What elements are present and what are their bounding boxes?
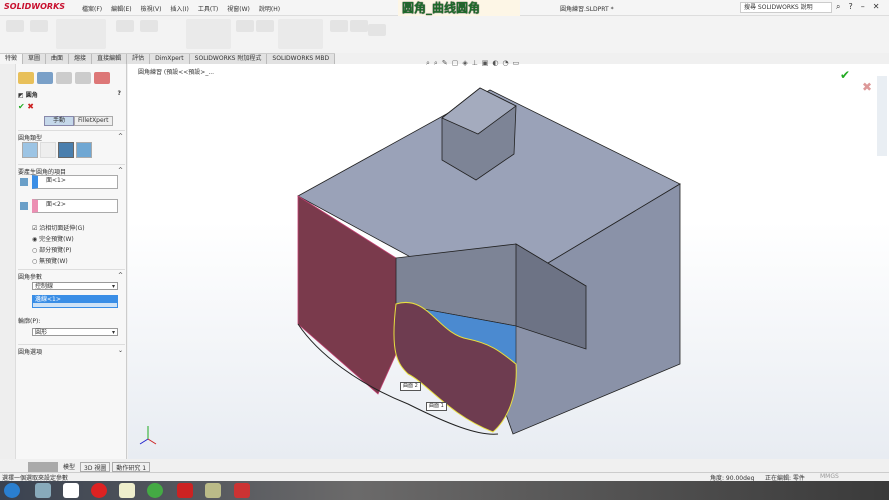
command-tabs: 特徵 草圖 曲面 熔接 直接編輯 評估 DimXpert SOLIDWORKS …	[0, 53, 336, 64]
tab-dimxpert[interactable]: DimXpert	[150, 54, 190, 64]
chrome-icon[interactable]	[147, 483, 163, 498]
surface-1-callout[interactable]: 曲面 1	[426, 402, 447, 411]
menu-insert[interactable]: 插入(I)	[170, 4, 188, 13]
close-button[interactable]: ✕	[873, 2, 880, 12]
full-preview-radio[interactable]: ◉ 完全預覽(W)	[32, 234, 139, 243]
taskbar-app[interactable]	[35, 483, 51, 498]
part-model	[139, 87, 681, 445]
hold-line-list[interactable]: 邊線<1>	[32, 295, 118, 308]
tab-mbd[interactable]: SOLIDWORKS MBD	[267, 54, 336, 64]
partial-preview-radio[interactable]: ○ 部分預覽(P)	[32, 245, 139, 254]
feature-manager-tab[interactable]	[18, 72, 34, 84]
model-tabs: 模型 3D 視圖 動作研究 1	[0, 462, 151, 472]
tab-scroll[interactable]	[28, 462, 58, 472]
surface-2-callout[interactable]: 曲面 2	[400, 382, 421, 391]
dimxpert-tab[interactable]	[75, 72, 91, 84]
taskbar-app[interactable]	[205, 483, 221, 498]
config-manager-tab[interactable]	[56, 72, 72, 84]
ribbon-button[interactable]	[350, 20, 368, 32]
mode-toggle: 手動 FilletXpert	[44, 116, 113, 126]
tab-weldments[interactable]: 熔接	[69, 54, 93, 64]
filletxpert-button[interactable]: FilletXpert	[74, 116, 113, 126]
tab-surface[interactable]: 曲面	[46, 54, 70, 64]
fillet-options-header[interactable]: 圓角選項 ⌄	[18, 344, 125, 358]
profile-label: 輪廓(P):	[18, 318, 41, 325]
taskbar-app[interactable]	[119, 483, 135, 498]
menu-help[interactable]: 說明(H)	[259, 4, 280, 13]
ribbon-group[interactable]	[186, 19, 231, 49]
face-fillet-button[interactable]	[58, 142, 74, 158]
manual-mode-button[interactable]: 手動	[44, 116, 75, 126]
profile-select[interactable]: 圓形 ▾	[32, 328, 118, 336]
cancel-x-icon[interactable]: ✖	[27, 102, 34, 111]
fillet-icon: ◩	[18, 92, 26, 99]
tab-features[interactable]: 特徵	[0, 54, 24, 64]
ribbon-button[interactable]	[116, 20, 134, 32]
minimize-button[interactable]: –	[861, 2, 865, 12]
feature-history-strip	[0, 64, 16, 459]
solidworks-logo: SOLIDWORKS	[4, 2, 66, 11]
menu-edit[interactable]: 編輯(E)	[111, 4, 131, 13]
tab-3d-views[interactable]: 3D 視圖	[80, 462, 111, 472]
search-icon[interactable]: ⌕	[836, 2, 840, 12]
tab-evaluate[interactable]: 評估	[127, 54, 151, 64]
opera-icon[interactable]	[91, 483, 107, 498]
windows-taskbar	[0, 481, 889, 500]
ribbon-group[interactable]	[278, 19, 323, 49]
no-preview-radio[interactable]: ○ 無預覽(W)	[32, 256, 139, 265]
units-selector[interactable]: MMGS	[820, 473, 839, 480]
panel-title: ◩ 圓角?	[18, 90, 121, 99]
constant-size-fillet-button[interactable]	[22, 142, 38, 158]
face-set-2-list[interactable]: 面<2>	[32, 199, 118, 213]
menu-bar: 檔案(F) 編輯(E) 檢視(V) 插入(I) 工具(T) 視窗(W) 說明(H…	[82, 4, 280, 13]
property-manager-tab[interactable]	[37, 72, 53, 84]
start-button[interactable]	[4, 483, 20, 498]
solidworks-taskbar-icon[interactable]	[234, 483, 250, 498]
tab-sketch[interactable]: 草圖	[23, 54, 47, 64]
status-bar: 選擇一個選取來設定參數 角度: 90.00deg 正在編輯: 零件 MMGS	[0, 472, 889, 482]
tab-model[interactable]: 模型	[60, 462, 78, 472]
document-title: 圓角練習.SLDPRT *	[560, 6, 614, 13]
menu-view[interactable]: 檢視(V)	[141, 4, 162, 13]
instant3d-button[interactable]	[368, 24, 386, 36]
face-set-1-list[interactable]: 面<1>	[32, 175, 118, 189]
ribbon-group[interactable]	[56, 19, 106, 49]
help-icon[interactable]: ?	[848, 2, 852, 12]
menu-window[interactable]: 視窗(W)	[227, 4, 250, 13]
ribbon-button[interactable]	[236, 20, 254, 32]
tab-direct-edit[interactable]: 直接編輯	[92, 54, 128, 64]
display-manager-tab[interactable]	[94, 72, 110, 84]
command-ribbon	[0, 16, 889, 53]
ok-check-icon[interactable]: ✔	[18, 102, 25, 111]
ribbon-button[interactable]	[6, 20, 24, 32]
ribbon-button[interactable]	[30, 20, 48, 32]
taskbar-app[interactable]	[63, 483, 79, 498]
fillet-property-manager: ◩ 圓角? ✔ ✖ 手動 FilletXpert 圓角類型 ^ 要產生圓角的項目 ^…	[16, 64, 127, 459]
tab-motion-study[interactable]: 動作研究 1	[112, 462, 151, 472]
acrobat-icon[interactable]	[177, 483, 193, 498]
tab-addins[interactable]: SOLIDWORKS 附加程式	[189, 54, 268, 64]
tangent-propagation-checkbox[interactable]: ☑ 沿相切面延伸(G)	[32, 223, 139, 232]
help-icon[interactable]: ?	[118, 90, 121, 97]
fillet-type-buttons	[22, 142, 92, 158]
triad-icon	[139, 426, 157, 445]
ribbon-button[interactable]	[140, 20, 158, 32]
menu-file[interactable]: 檔案(F)	[82, 4, 102, 13]
graphics-area[interactable]: 圓角練習 (預設<<預設>_... ⌕⌕✎▢◈⊥▣◐◔▭ ✔ ✖ 曲面 2 曲面…	[128, 59, 889, 459]
variable-size-fillet-button[interactable]	[40, 142, 56, 158]
face-set-1-icon	[20, 178, 28, 186]
window-controls: ⌕? – ✕	[836, 2, 879, 12]
face-set-2-icon	[20, 202, 28, 210]
manager-tabs	[18, 72, 123, 84]
ribbon-button[interactable]	[256, 20, 274, 32]
method-select[interactable]: 控制線 ▾	[32, 282, 118, 290]
ribbon-button[interactable]	[330, 20, 348, 32]
full-round-fillet-button[interactable]	[76, 142, 92, 158]
fillet-params-header[interactable]: 圓角參數 ^	[18, 269, 125, 283]
menu-tools[interactable]: 工具(T)	[198, 4, 218, 13]
search-input[interactable]: 搜尋 SOLIDWORKS 說明	[740, 2, 832, 13]
